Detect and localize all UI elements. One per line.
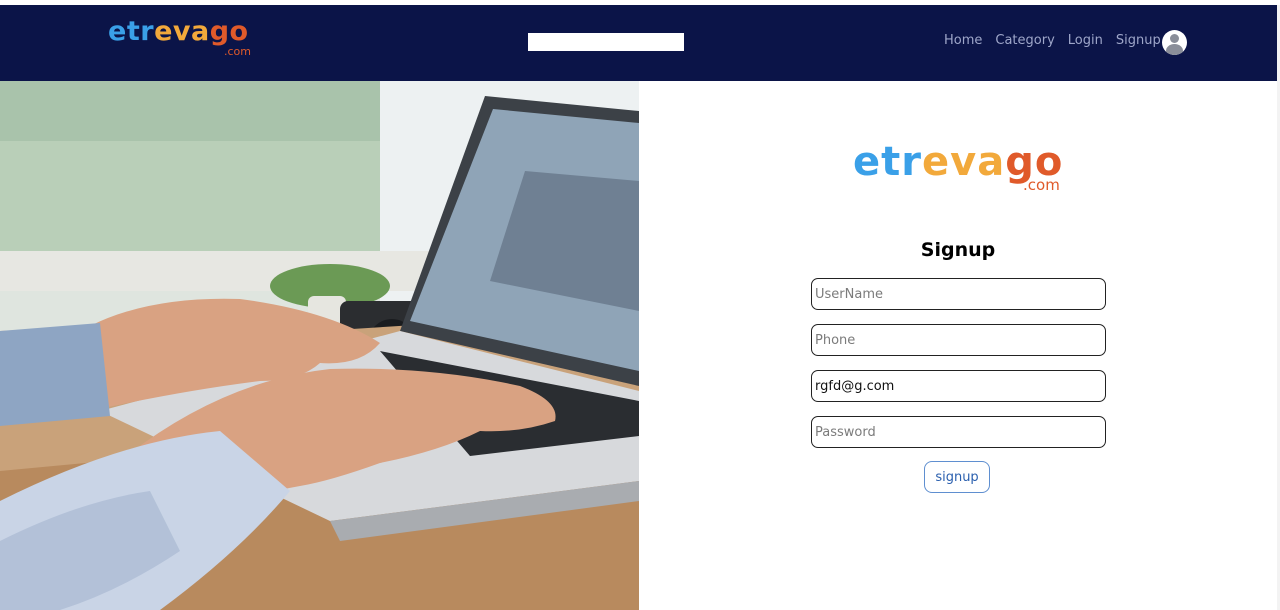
brand-letter: o <box>229 16 249 47</box>
phone-field[interactable] <box>811 324 1106 356</box>
nav-links: Home Category Login Signup <box>944 33 1174 48</box>
brand-letter: g <box>209 16 230 47</box>
brand-letter: t <box>126 16 141 47</box>
brand-letter: e <box>853 139 882 185</box>
brand-logo-suffix: .com <box>224 45 251 58</box>
avatar-head-shape <box>1170 34 1179 43</box>
username-field[interactable] <box>811 278 1106 310</box>
brand-letter: r <box>140 16 155 47</box>
hero-image <box>0 81 639 610</box>
signup-title: Signup <box>920 239 996 261</box>
signup-panel: etrevago .com Signup signup <box>639 81 1277 610</box>
email-field[interactable] <box>811 370 1106 402</box>
avatar-body-shape <box>1166 44 1183 55</box>
brand-letter: r <box>901 139 922 185</box>
brand-letter: e <box>922 139 951 185</box>
user-avatar-icon[interactable] <box>1162 30 1187 55</box>
signup-button[interactable]: signup <box>924 461 990 493</box>
password-field[interactable] <box>811 416 1106 448</box>
navbar: etrevago .com Home Category Login Signup <box>0 5 1277 81</box>
brand-logo-large-suffix: .com <box>1023 176 1060 194</box>
brand-letter: a <box>190 16 210 47</box>
nav-link-home[interactable]: Home <box>944 33 982 48</box>
brand-letter: v <box>950 139 978 185</box>
nav-link-category[interactable]: Category <box>995 33 1054 48</box>
brand-logo[interactable]: etrevago .com <box>108 17 251 63</box>
brand-logo-large: etrevago .com <box>853 139 1073 199</box>
nav-link-login[interactable]: Login <box>1068 33 1103 48</box>
laptop-photo-illustration <box>0 81 639 610</box>
search-input[interactable] <box>528 33 684 51</box>
brand-letter: v <box>172 16 191 47</box>
brand-logo-wordmark: etrevago <box>108 17 249 47</box>
brand-letter: a <box>977 139 1006 185</box>
brand-letter: e <box>154 16 173 47</box>
brand-letter: t <box>881 139 902 185</box>
brand-letter: e <box>108 16 127 47</box>
nav-link-signup[interactable]: Signup <box>1116 33 1161 48</box>
